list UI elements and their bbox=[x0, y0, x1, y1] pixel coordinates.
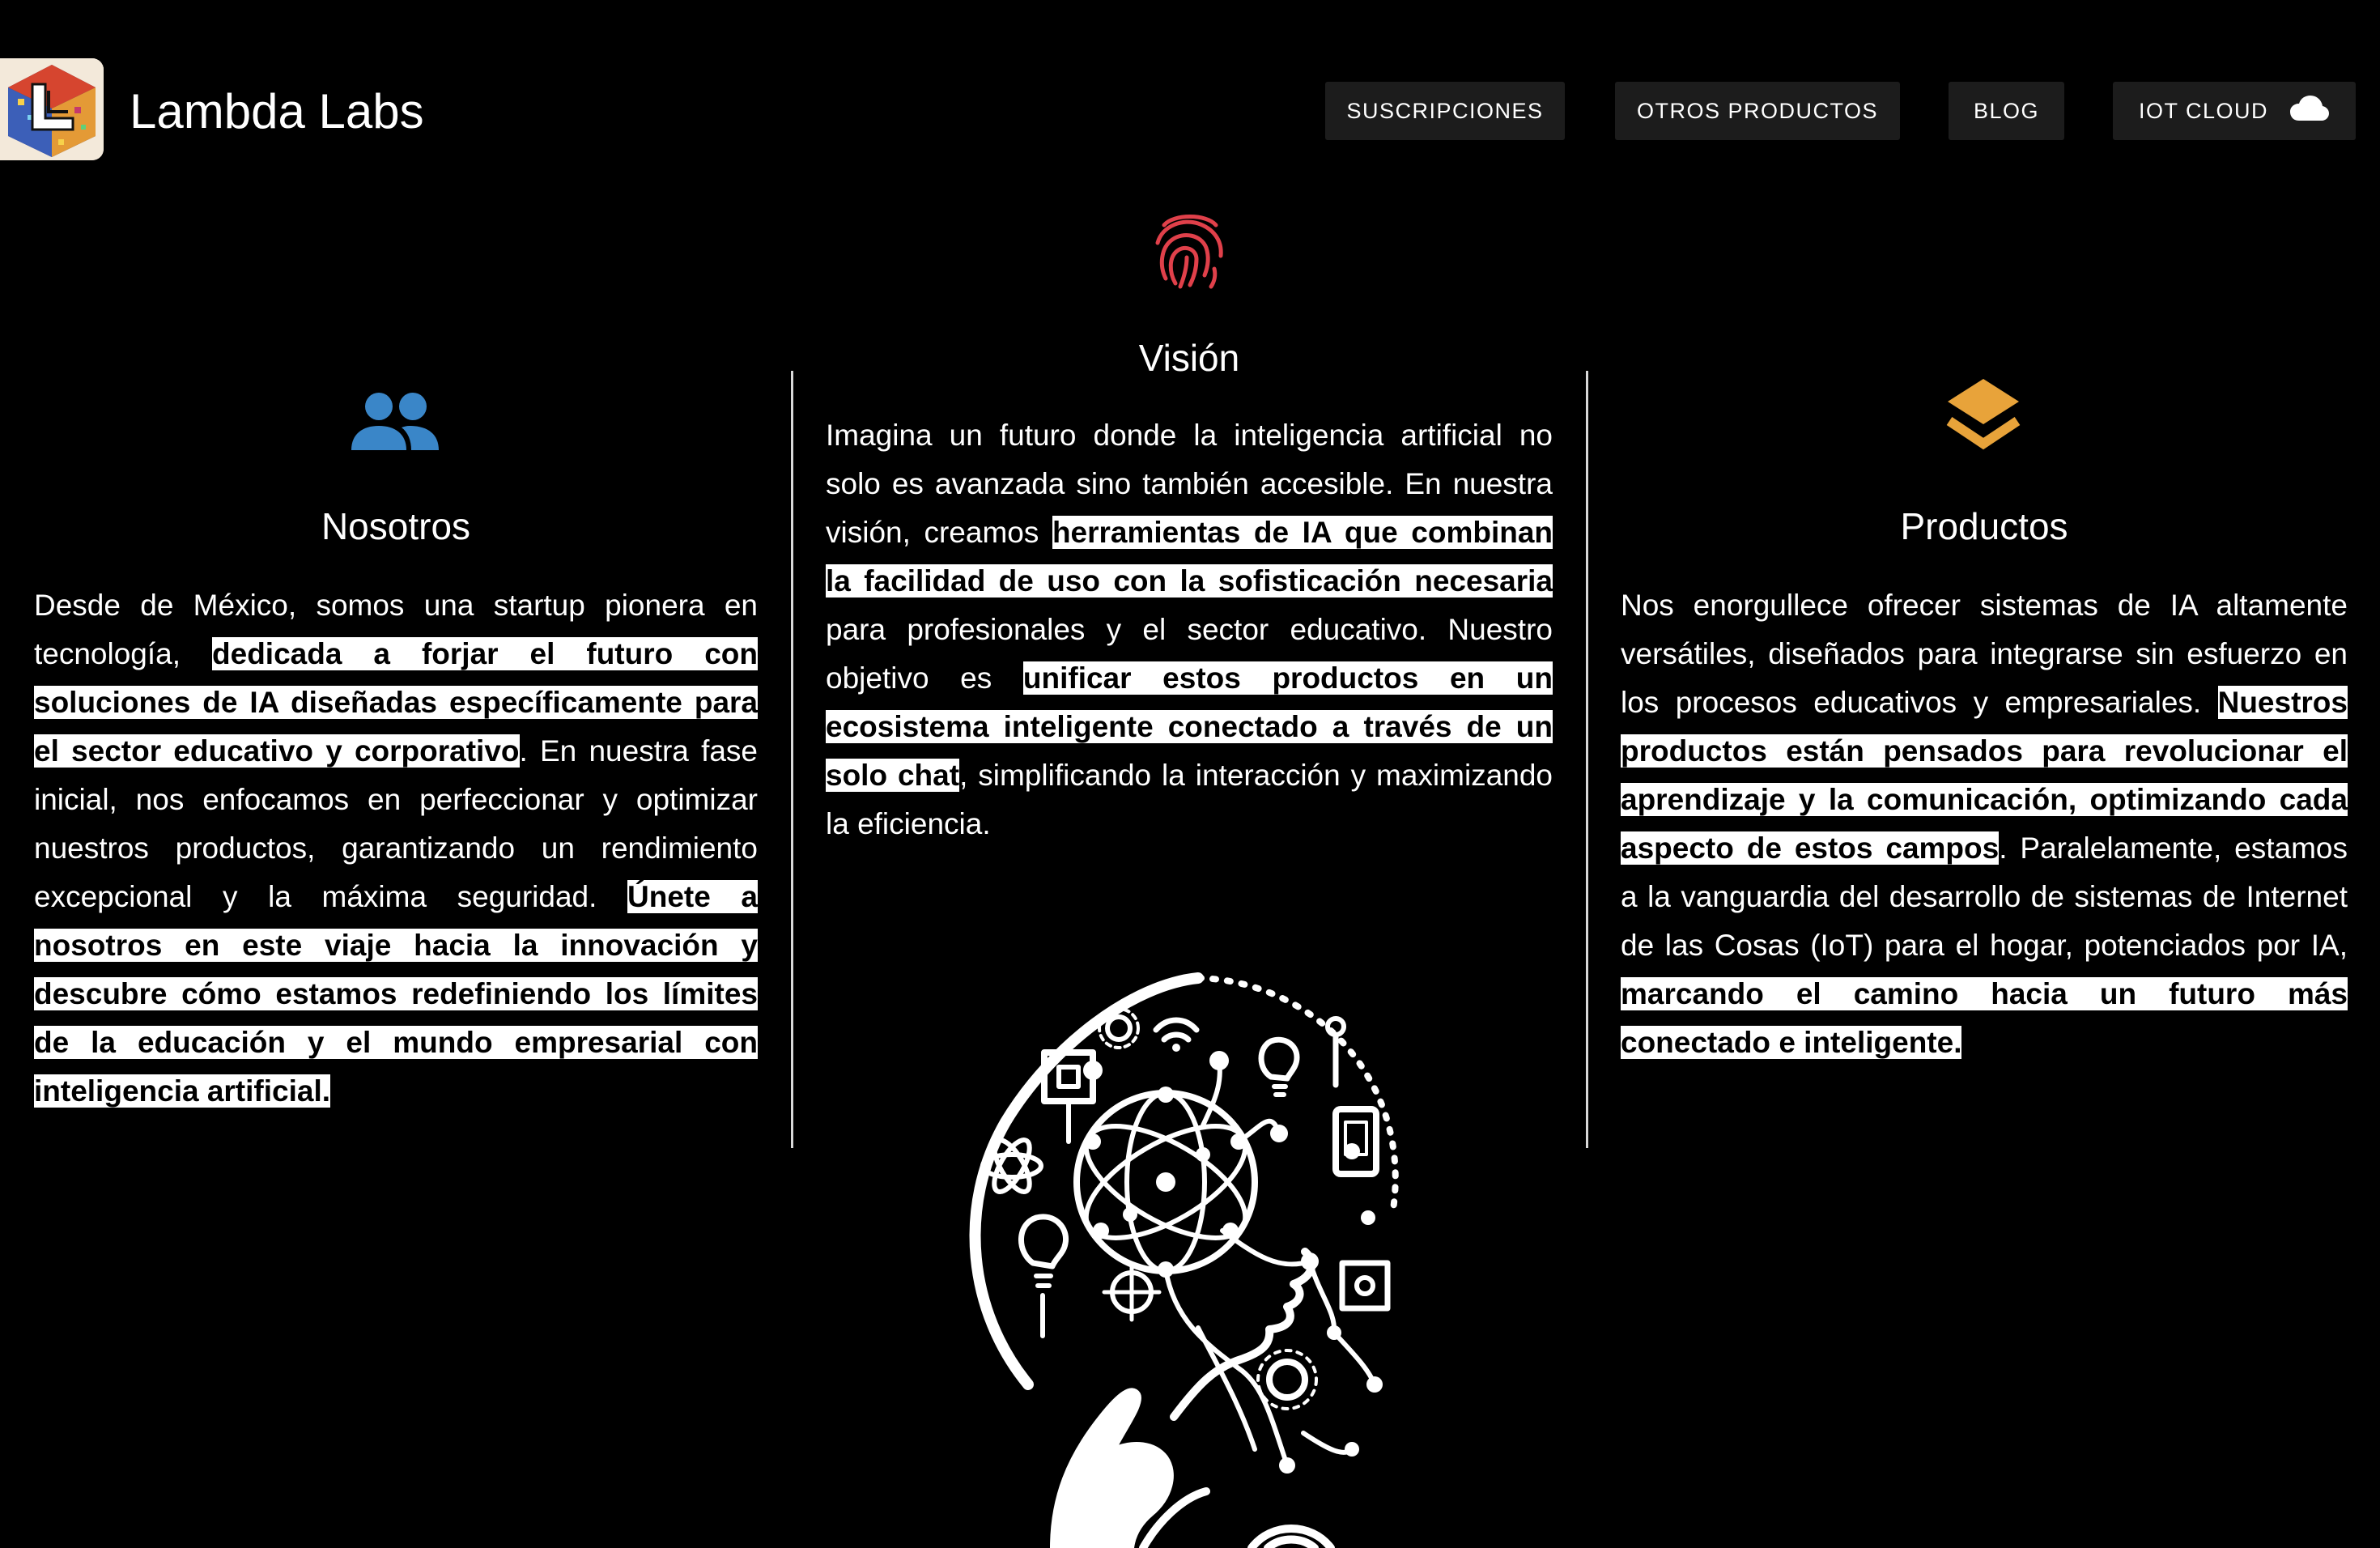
nosotros-title: Nosotros bbox=[321, 505, 471, 547]
nosotros-highlight-2: Únete a nosotros en este viaje hacia la … bbox=[34, 880, 758, 1108]
lambda-labs-logo[interactable] bbox=[0, 58, 104, 160]
productos-highlight-2: marcando el camino hacia un futuro más c… bbox=[1621, 977, 2348, 1059]
layers-icon bbox=[1946, 377, 2021, 461]
cloud-icon bbox=[2289, 95, 2330, 128]
nav-otros-productos-button[interactable]: OTROS PRODUCTOS bbox=[1615, 82, 1900, 140]
ai-head-illustration bbox=[931, 963, 1449, 1548]
productos-text: Nos enorgullece ofrecer sistemas de IA a… bbox=[1621, 581, 2348, 1067]
nav-iot-cloud-label: IOT CLOUD bbox=[2138, 98, 2269, 123]
users-icon bbox=[350, 390, 440, 456]
nosotros-text: Desde de México, somos una startup pione… bbox=[34, 581, 758, 1116]
nav-blog-button[interactable]: BLOG bbox=[1949, 82, 2064, 140]
productos-title: Productos bbox=[1900, 505, 2068, 547]
brand-name[interactable]: Lambda Labs bbox=[130, 83, 424, 141]
fingerprint-icon bbox=[1151, 207, 1229, 296]
vision-text: Imagina un futuro donde la inteligencia … bbox=[826, 411, 1553, 848]
nav-iot-cloud-button[interactable]: IOT CLOUD bbox=[2113, 82, 2356, 140]
column-divider-right bbox=[1586, 371, 1588, 1148]
column-divider-left bbox=[791, 371, 793, 1148]
page: Lambda Labs SUSCRIPCIONES OTROS PRODUCTO… bbox=[0, 0, 2380, 1548]
nav-suscripciones-button[interactable]: SUSCRIPCIONES bbox=[1325, 82, 1565, 140]
vision-title: Visión bbox=[1138, 337, 1240, 379]
